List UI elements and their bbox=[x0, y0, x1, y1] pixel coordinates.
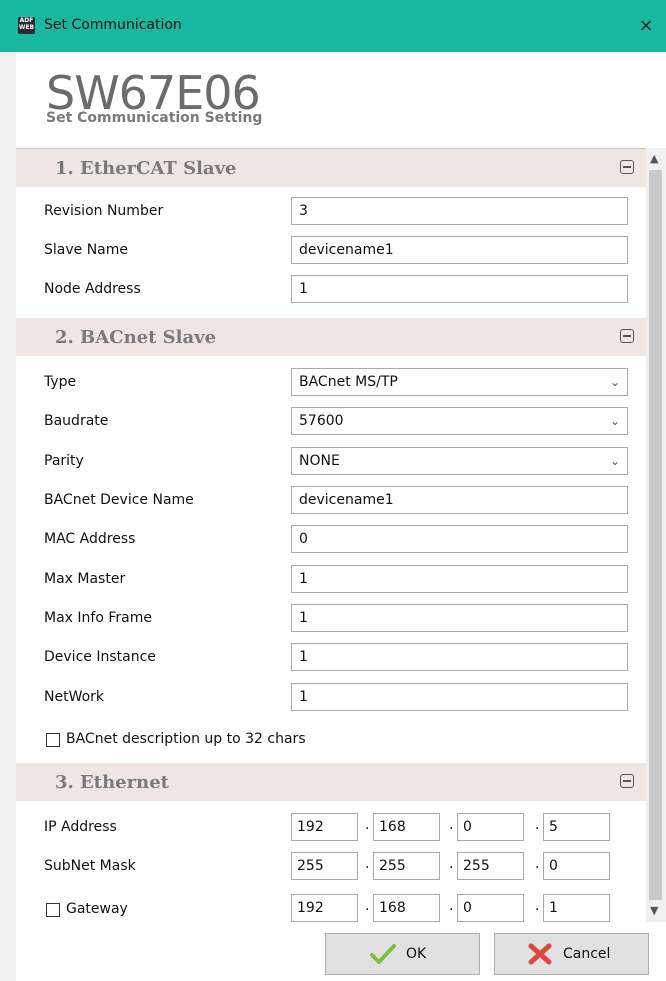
page-subtitle: Set Communication Setting bbox=[46, 110, 263, 126]
close-icon: × bbox=[638, 15, 654, 36]
ip-octet-4-input[interactable]: 5 bbox=[543, 813, 610, 841]
revision-number-input[interactable]: 3 bbox=[291, 197, 628, 225]
gateway-separator: . bbox=[449, 898, 454, 914]
gateway-octet-1-input[interactable]: 192 bbox=[291, 894, 358, 922]
subnet-separator: . bbox=[535, 856, 540, 872]
subnet-mask-label: SubNet Mask bbox=[44, 858, 136, 874]
node-address-input[interactable]: 1 bbox=[291, 275, 628, 303]
cancel-button[interactable]: Cancel bbox=[494, 933, 649, 975]
ok-button[interactable]: OK bbox=[325, 933, 480, 975]
parity-label: Parity bbox=[44, 453, 84, 469]
subnet-octet-2-input[interactable]: 255 bbox=[373, 852, 440, 880]
vertical-scrollbar[interactable]: ▲ ▼ bbox=[646, 148, 666, 922]
section-title: 1. EtherCAT Slave bbox=[55, 158, 237, 179]
close-button[interactable]: × bbox=[626, 0, 666, 52]
cancel-label: Cancel bbox=[563, 946, 611, 962]
subnet-separator: . bbox=[449, 856, 454, 872]
subnet-octet-4-input[interactable]: 0 bbox=[543, 852, 610, 880]
collapse-minus-icon[interactable] bbox=[620, 329, 634, 343]
subnet-separator: . bbox=[365, 856, 370, 872]
gateway-separator: . bbox=[535, 898, 540, 914]
ip-octet-1-input[interactable]: 192 bbox=[291, 813, 358, 841]
gateway-octet-2-input[interactable]: 168 bbox=[373, 894, 440, 922]
gateway-octet-4-input[interactable]: 1 bbox=[543, 894, 610, 922]
revision-number-label: Revision Number bbox=[44, 203, 164, 219]
gateway-octet-3-input[interactable]: 0 bbox=[457, 894, 524, 922]
mac-address-input[interactable]: 0 bbox=[291, 525, 628, 553]
section-ethercat-slave-header[interactable]: 1. EtherCAT Slave bbox=[16, 149, 646, 187]
collapse-minus-icon[interactable] bbox=[620, 160, 634, 174]
window-title: Set Communication bbox=[44, 17, 182, 33]
section-title: 2. BACnet Slave bbox=[55, 327, 217, 348]
type-label: Type bbox=[44, 374, 77, 390]
ip-separator: . bbox=[449, 817, 454, 833]
gateway-label[interactable]: Gateway bbox=[66, 901, 128, 917]
app-icon: ADF WEB bbox=[18, 17, 35, 34]
bacnet-description-32-checkbox[interactable] bbox=[46, 733, 60, 747]
left-border bbox=[0, 52, 16, 981]
section-ethernet-header[interactable]: 3. Ethernet bbox=[16, 763, 646, 801]
parity-select[interactable]: NONE ⌄ bbox=[291, 447, 628, 475]
scroll-down-arrow-icon[interactable]: ▼ bbox=[650, 904, 658, 917]
network-input[interactable]: 1 bbox=[291, 683, 628, 711]
chevron-down-icon: ⌄ bbox=[609, 414, 620, 428]
ip-octet-3-input[interactable]: 0 bbox=[457, 813, 524, 841]
ip-separator: . bbox=[535, 817, 540, 833]
type-select-value: BACnet MS/TP bbox=[299, 374, 398, 390]
slave-name-input[interactable]: devicename1 bbox=[291, 236, 628, 264]
parity-select-value: NONE bbox=[299, 453, 340, 469]
bacnet-device-name-input[interactable]: devicename1 bbox=[291, 486, 628, 514]
set-communication-window: ADF WEB Set Communication × SW67E06 Set C… bbox=[0, 0, 666, 981]
gateway-checkbox[interactable] bbox=[46, 903, 60, 917]
bacnet-description-32-label[interactable]: BACnet description up to 32 chars bbox=[66, 731, 306, 747]
section-bacnet-slave-header[interactable]: 2. BACnet Slave bbox=[16, 318, 646, 356]
section-title: 3. Ethernet bbox=[55, 772, 169, 793]
page-header: SW67E06 Set Communication Setting bbox=[16, 52, 666, 144]
baudrate-select[interactable]: 57600 ⌄ bbox=[291, 407, 628, 435]
max-master-input[interactable]: 1 bbox=[291, 565, 628, 593]
node-address-label: Node Address bbox=[44, 281, 141, 297]
ip-address-label: IP Address bbox=[44, 819, 117, 835]
baudrate-select-value: 57600 bbox=[299, 413, 344, 429]
subnet-octet-1-input[interactable]: 255 bbox=[291, 852, 358, 880]
type-select[interactable]: BACnet MS/TP ⌄ bbox=[291, 368, 628, 396]
ip-separator: . bbox=[365, 817, 370, 833]
scrollbar-thumb[interactable] bbox=[649, 170, 662, 900]
bacnet-device-name-label: BACnet Device Name bbox=[44, 492, 194, 508]
check-icon bbox=[370, 944, 396, 964]
chevron-down-icon: ⌄ bbox=[609, 454, 620, 468]
ok-label: OK bbox=[406, 946, 427, 962]
title-bar: ADF WEB Set Communication × bbox=[0, 0, 666, 52]
subnet-octet-3-input[interactable]: 255 bbox=[457, 852, 524, 880]
collapse-minus-icon[interactable] bbox=[620, 774, 634, 788]
max-info-frame-input[interactable]: 1 bbox=[291, 604, 628, 632]
max-master-label: Max Master bbox=[44, 571, 126, 587]
x-icon bbox=[528, 943, 552, 965]
gateway-separator: . bbox=[365, 898, 370, 914]
device-instance-input[interactable]: 1 bbox=[291, 643, 628, 671]
max-info-frame-label: Max Info Frame bbox=[44, 610, 152, 626]
baudrate-label: Baudrate bbox=[44, 413, 109, 429]
dialog-footer: OK Cancel bbox=[16, 922, 666, 981]
device-instance-label: Device Instance bbox=[44, 649, 156, 665]
scroll-up-arrow-icon[interactable]: ▲ bbox=[650, 152, 658, 165]
ip-octet-2-input[interactable]: 168 bbox=[373, 813, 440, 841]
mac-address-label: MAC Address bbox=[44, 531, 136, 547]
settings-panel: 1. EtherCAT Slave Revision Number 3 Slav… bbox=[16, 148, 646, 923]
network-label: NetWork bbox=[44, 689, 105, 705]
chevron-down-icon: ⌄ bbox=[609, 375, 620, 389]
slave-name-label: Slave Name bbox=[44, 242, 129, 258]
